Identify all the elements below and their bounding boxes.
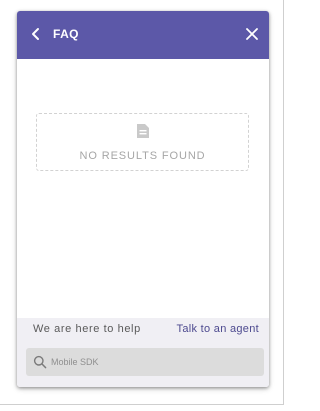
search-icon: [33, 355, 47, 369]
help-text: We are here to help: [33, 323, 141, 335]
close-button[interactable]: [241, 23, 263, 45]
search-area: [17, 340, 269, 387]
talk-to-agent-link[interactable]: Talk to an agent: [177, 322, 259, 336]
faq-header: FAQ: [17, 11, 269, 59]
search-input[interactable]: [51, 352, 256, 372]
document-icon: [137, 124, 149, 138]
back-button[interactable]: [25, 23, 47, 45]
help-bar: We are here to help Talk to an agent: [17, 318, 269, 340]
page-title: FAQ: [53, 27, 79, 41]
faq-widget: FAQ NO RESULTS FOUND We are here to help…: [17, 11, 269, 387]
search-box[interactable]: [26, 348, 264, 376]
close-icon: [246, 28, 258, 40]
empty-state-message: NO RESULTS FOUND: [79, 150, 206, 162]
chevron-left-icon: [32, 28, 39, 40]
empty-state: NO RESULTS FOUND: [36, 113, 249, 171]
